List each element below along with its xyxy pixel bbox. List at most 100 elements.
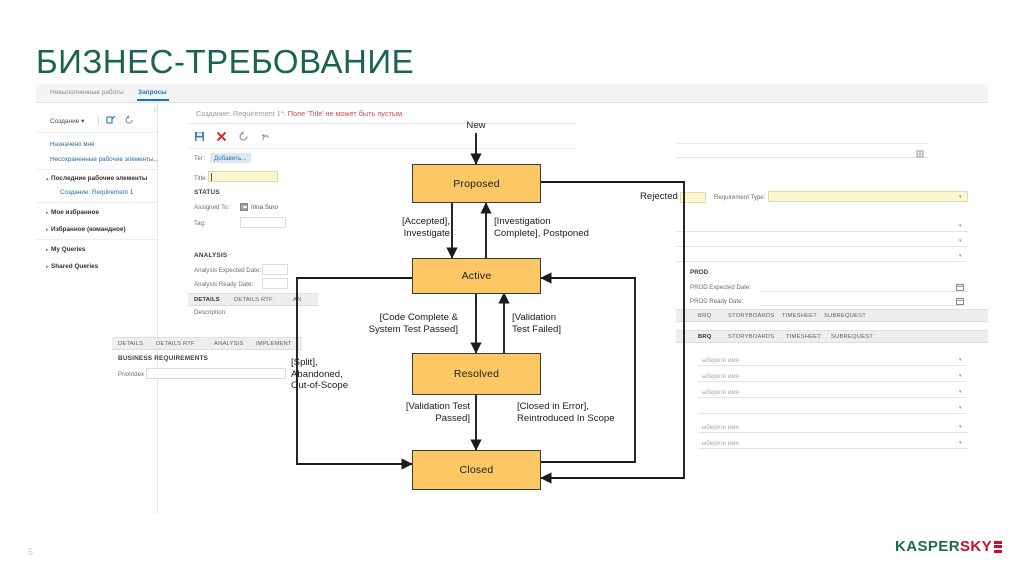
sidebar-group-label: Shared Queries [51,263,99,270]
sidebar-link-unsaved-items[interactable]: Несохраненные рабочие элементы... [50,156,159,163]
tab-storyboards[interactable]: STORYBOARDS [728,313,774,319]
chevron-down-icon[interactable]: ▾ [959,424,962,430]
sidebar-group-label: Мое избранное [51,209,100,216]
chevron-down-icon[interactable]: ▾ [959,253,962,259]
chevron-down-icon[interactable]: ▾ [959,194,962,200]
right-tab-strip-front: BRQ STORYBOARDS TIMESHEET SUBREQUEST [676,330,988,343]
tab-details[interactable]: DETAILS [118,341,143,347]
status-section-header: STATUS [194,189,220,196]
analysis-ready-date-input[interactable] [262,278,288,289]
expand-field-icon[interactable] [916,150,924,158]
prod-ready-date-input[interactable] [760,295,966,306]
pane-rule-top [676,143,928,144]
text-caret [211,173,212,181]
description-label: Description: [194,309,227,316]
refresh-icon[interactable] [124,115,134,125]
name-placeholder: ыберите имя [702,389,739,396]
prio-index-input[interactable] [146,368,286,379]
sidebar-divider-3 [36,239,158,240]
prod-ready-date-label: PROD Ready Date: [690,298,744,305]
tab-storyboards[interactable]: STORYBOARDS [728,334,774,340]
sidebar-group-label: Последние рабочие элементы [51,175,148,182]
detail-select-2[interactable] [676,236,968,247]
sidebar-group-recent[interactable]: ▴ Последние рабочие элементы [46,175,147,182]
right-tab-strip-back: BRQ STORYBOARDS TIMESHEET SUBREQUEST [676,309,988,322]
sidebar-group-my-queries[interactable]: ▸ My Queries [46,246,85,253]
tab-timesheet[interactable]: TIMESHEET [786,334,821,340]
prod-expected-date-label: PROD Expected Date: [690,284,751,291]
title-input[interactable] [208,171,278,182]
tab-backlog[interactable]: Невыполненные работы [50,89,124,96]
detail-select-3[interactable] [676,251,968,262]
brand-name-dark: KASPER [895,538,960,555]
sidebar-group-my-favorites[interactable]: ▸ Мое избранное [46,209,99,216]
tab-timesheet[interactable]: TIMESHEET [782,313,817,319]
header-divider [188,123,576,124]
name-select-row-empty[interactable] [698,403,968,414]
tag-field-label: Tag: [194,220,206,227]
assigned-to-value[interactable]: Irina Suro [251,204,278,211]
tab-details-rtf[interactable]: DETAILS RTF [156,341,195,347]
new-query-icon[interactable] [106,115,116,125]
sidebar-group-shared-queries[interactable]: ▸ Shared Queries [46,263,98,270]
tag-input[interactable] [240,217,286,228]
analysis-section-header: ANALYSIS [194,252,228,259]
tab-brq[interactable]: BRQ [698,334,711,340]
outer-tab-strip: DETAILS DETAILS RTF ANALYSIS IMPLEMENT [112,337,302,350]
chevron-down-icon[interactable]: ▾ [959,389,962,395]
analysis-expected-date-label: Analysis Expected Date: [194,267,262,274]
tab-subrequest[interactable]: SUBREQUEST [831,334,873,340]
name-placeholder: ыберите имя [702,440,739,447]
tab-implement[interactable]: IMPLEMENT [256,341,292,347]
save-icon[interactable] [194,131,205,142]
page-number: 5 [28,547,34,557]
delete-icon[interactable] [216,131,227,142]
sidebar-link-assigned-to-me[interactable]: Назначено мне [50,141,95,148]
add-tag-chip[interactable]: Добавить... [210,153,251,163]
chevron-down-icon[interactable]: ▾ [959,440,962,446]
work-item-heading: Создание: Requirement 1*: [196,109,288,118]
refresh-icon[interactable] [238,131,249,142]
title-label: Title: [194,175,208,182]
wide-text-field[interactable] [676,147,928,158]
name-placeholder: ыберите имя [702,357,739,364]
tab-analysis[interactable]: ANALYSIS [214,341,244,347]
chevron-down-icon[interactable]: ▾ [959,238,962,244]
toolbar-divider [188,148,576,149]
calendar-icon[interactable] [956,283,964,291]
assigned-to-label: Assigned To: [194,204,230,211]
chevron-down-icon[interactable]: ▾ [959,373,962,379]
brand-bars-icon [994,540,1002,553]
app-tab-bar: Невыполненные работы Запросы [36,84,988,103]
detail-select-1[interactable] [676,221,968,232]
calendar-icon[interactable] [956,297,964,305]
tab-details-rtf[interactable]: DETAILS RTF [234,297,273,303]
inner-tab-strip: DETAILS DETAILS RTF AN [188,293,318,306]
sidebar-group-team-favorites[interactable]: ▸ Избранное (командное) [46,226,126,233]
tab-analysis-short[interactable]: AN [293,297,301,303]
tab-details[interactable]: DETAILS [194,297,220,303]
tab-queries[interactable]: Запросы [138,89,167,96]
undo-icon[interactable] [260,131,271,142]
sidebar-group-label: My Queries [51,246,86,253]
sidebar-divider-1 [36,169,158,170]
required-small-field[interactable] [680,192,706,203]
chevron-down-icon[interactable]: ▾ [959,357,962,363]
requirement-type-label: Requirement Type: [714,194,766,201]
form-toolbar [194,129,324,147]
name-placeholder: ыберите имя [702,424,739,431]
page-title: БИЗНЕС-ТРЕБОВАНИЕ [36,43,415,80]
business-requirements-header: BUSINESS REQUIREMENTS [118,355,209,362]
chevron-down-icon[interactable]: ▾ [959,223,962,229]
name-placeholder: ыберите имя [702,373,739,380]
create-dropdown[interactable]: Создание ▾ [50,117,84,125]
analysis-expected-date-input[interactable] [262,264,288,275]
prod-expected-date-input[interactable] [760,281,966,292]
tag-label: Тег: [194,155,205,162]
requirement-type-select[interactable] [768,191,968,202]
pane-splitter[interactable]: « [154,108,157,114]
tab-subrequest[interactable]: SUBREQUEST [824,313,866,319]
tab-brq[interactable]: BRQ [698,313,711,319]
chevron-down-icon[interactable]: ▾ [959,405,962,411]
sidebar-item-requirement-1[interactable]: Создание: Requirement 1 [60,189,133,196]
